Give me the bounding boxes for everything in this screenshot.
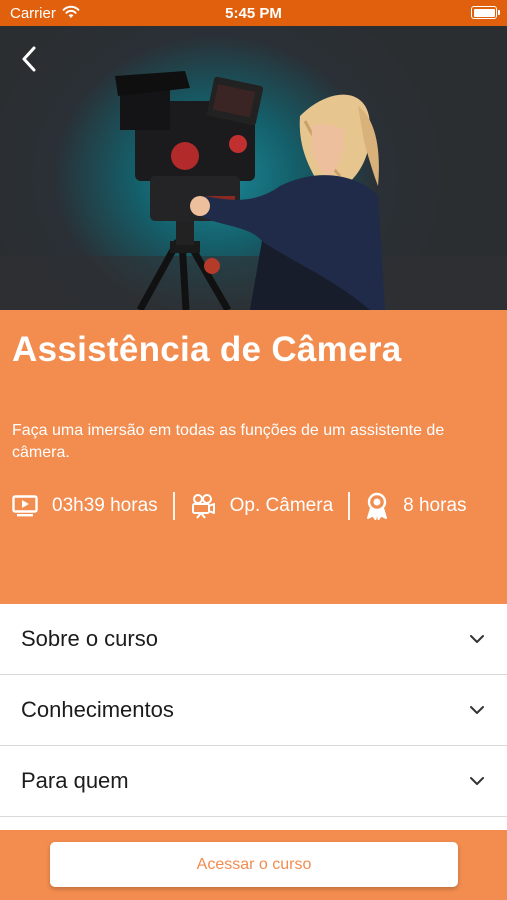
meta-divider (348, 492, 351, 520)
meta-divider (172, 492, 175, 520)
status-time: 5:45 PM (225, 5, 282, 22)
certificate-meta: 8 horas (365, 492, 467, 520)
course-title: Assistência de Câmera (12, 330, 402, 369)
category-meta: Op. Câmera (190, 493, 333, 519)
chevron-down-icon (469, 705, 485, 715)
camera-operator-illustration (0, 71, 507, 310)
category-text: Op. Câmera (229, 495, 334, 516)
duration-meta: 03h39 horas (12, 495, 158, 517)
course-sections: Sobre o curso Conhecimentos Para quem (0, 604, 507, 817)
film-camera-icon (190, 493, 216, 519)
section-label: Conhecimentos (21, 697, 174, 722)
section-audience[interactable]: Para quem (0, 746, 507, 817)
certificate-award-icon (365, 492, 389, 520)
chevron-down-icon (469, 634, 485, 644)
footer-bar: Acessar o curso (0, 830, 507, 900)
access-course-button[interactable]: Acessar o curso (50, 842, 458, 887)
back-button[interactable] (14, 44, 44, 74)
course-meta-row: 03h39 horas Op. Câmera 8 horas (12, 490, 467, 522)
section-label: Para quem (21, 768, 129, 793)
video-icon (12, 495, 38, 517)
duration-text: 03h39 horas (52, 495, 158, 516)
section-about-course[interactable]: Sobre o curso (0, 604, 507, 675)
status-bar: Carrier 5:45 PM (0, 0, 507, 26)
chevron-down-icon (469, 776, 485, 786)
chevron-left-icon (22, 46, 36, 72)
section-knowledge[interactable]: Conhecimentos (0, 675, 507, 746)
course-description: Faça uma imersão em todas as funções de … (12, 422, 445, 461)
course-info-panel: Assistência de Câmera Faça uma imersão e… (0, 310, 507, 604)
battery-icon (471, 6, 500, 19)
course-hero-image (0, 26, 507, 310)
certificate-text: 8 horas (403, 495, 467, 516)
section-label: Sobre o curso (21, 626, 158, 651)
